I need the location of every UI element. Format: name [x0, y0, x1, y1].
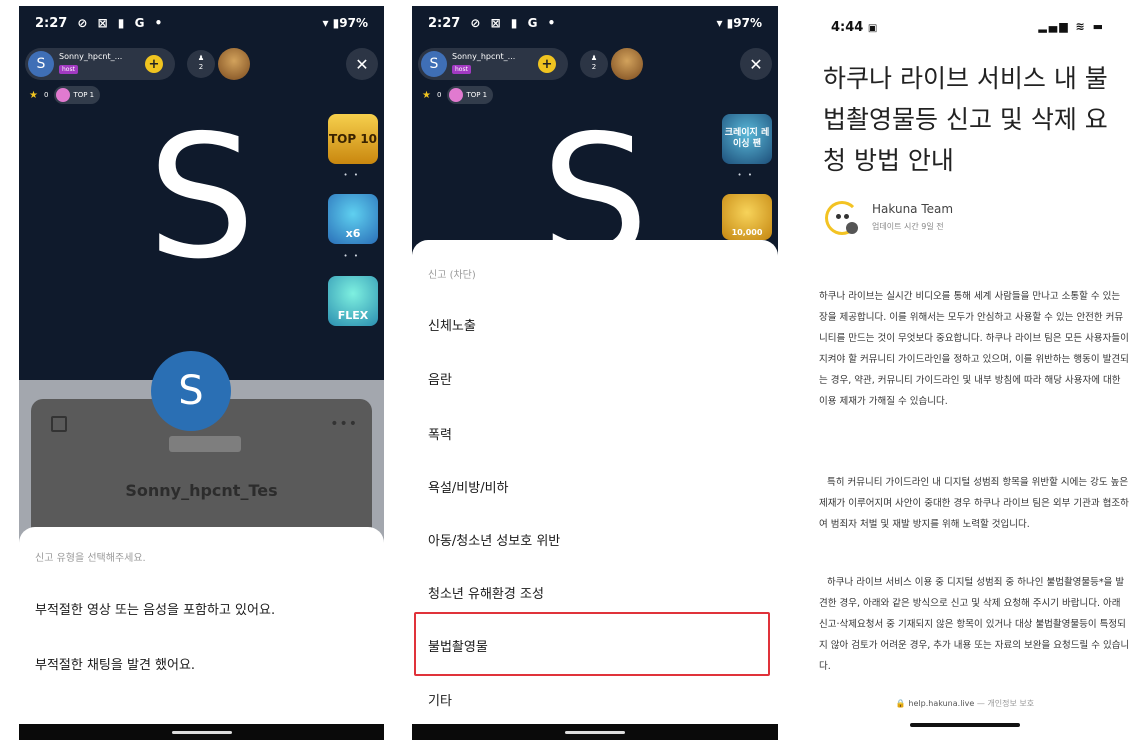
host-badge: host: [452, 65, 471, 74]
close-icon: ✕: [749, 54, 763, 74]
flex-badge[interactable]: FLEX: [328, 276, 378, 326]
page-dots-icon: • •: [343, 171, 360, 179]
status-time: 2:27: [428, 15, 461, 31]
viewer-count-value: 2: [198, 63, 204, 71]
report-category-item[interactable]: 신체노출: [428, 315, 762, 334]
report-option[interactable]: 부적절한 채팅을 발견 했어요.: [35, 654, 368, 673]
home-handle[interactable]: [171, 731, 232, 734]
profile-tag: [169, 436, 241, 452]
report-category-item-selected[interactable]: 불법촬영물: [414, 612, 770, 676]
report-option[interactable]: 부적절한 영상 또는 음성을 포함하고 있어요.: [35, 599, 368, 618]
follow-button[interactable]: +: [538, 55, 556, 73]
status-icons: ⊘ ⊠ ▮ G •: [470, 16, 559, 30]
close-icon: ✕: [355, 54, 369, 74]
report-category-item[interactable]: 욕설/비방/비하: [428, 477, 762, 496]
status-bar: 2:27 ⊘ ⊠ ▮ G • ▾ ▮97%: [19, 6, 384, 40]
host-info[interactable]: S Sonny_hpcnt_... host +: [418, 48, 568, 80]
selection-highlight: [414, 612, 770, 676]
author-name: Hakuna Team: [872, 202, 954, 216]
viewer-avatar[interactable]: [218, 48, 250, 80]
more-icon[interactable]: •••: [330, 416, 358, 432]
status-time: 4:44: [831, 20, 864, 35]
page-dots-icon: • •: [737, 171, 754, 179]
host-name: Sonny_hpcnt_...: [59, 52, 123, 61]
host-info[interactable]: S Sonny_hpcnt_... host +: [25, 48, 175, 80]
profile-name: Sonny_hpcnt_Tes: [125, 481, 278, 500]
report-category-sheet: 신고 (차단) 신체노출 음란 폭력 욕설/비방/비하 아동/청소년 성보호 위…: [412, 240, 778, 724]
navigation-bar: [19, 724, 384, 740]
status-bar: 4:44 ▣ ▂▄▆ ≋ ▬: [831, 20, 1105, 40]
privacy-note: 개인정보 보호: [987, 699, 1035, 708]
page-dots-icon: • •: [343, 252, 360, 260]
hakuna-logo-icon: [825, 201, 859, 235]
sheet-title: 신고 유형을 선택해주세요.: [35, 553, 146, 564]
sheet-title: 신고 (차단): [428, 270, 476, 281]
live-top-bar: S Sonny_hpcnt_... host + ♟ 2 ✕: [25, 48, 378, 80]
report-icon[interactable]: [51, 416, 67, 432]
host-avatar[interactable]: S: [28, 51, 54, 77]
host-name: Sonny_hpcnt_...: [452, 52, 516, 61]
article-paragraph: 하쿠나 라이브는 실시간 비디오를 통해 세계 사람들을 만나고 소통할 수 있…: [819, 291, 1129, 407]
article-title: 하쿠나 라이브 서비스 내 불법촬영물등 신고 및 삭제 요청 방법 안내: [823, 64, 1108, 175]
host-badge: host: [59, 65, 78, 74]
url-text: help.hakuna.live: [908, 699, 975, 708]
report-category-item[interactable]: 아동/청소년 성보호 위반: [428, 530, 762, 549]
profile-avatar: S: [151, 351, 231, 431]
address-bar[interactable]: 🔒 help.hakuna.live — 개인정보 보호: [795, 698, 1135, 709]
updated-time: 업데이트 시간 9일 전: [872, 222, 944, 231]
calendar-icon: ▣: [867, 23, 878, 34]
live-top-bar: S Sonny_hpcnt_... host + ♟ 2 ✕: [418, 48, 772, 80]
report-category-item[interactable]: 기타: [428, 690, 762, 709]
close-button[interactable]: ✕: [740, 48, 772, 80]
x6-badge[interactable]: x6: [328, 194, 378, 244]
viewer-count[interactable]: ♟ 2: [187, 50, 215, 78]
home-handle[interactable]: [565, 731, 625, 734]
viewer-count-value: 2: [591, 63, 597, 71]
diamond-badge[interactable]: 10,000: [722, 194, 772, 240]
navigation-bar: [412, 724, 778, 740]
lock-icon: 🔒: [895, 699, 906, 708]
live-screen-report-category: 2:27 ⊘ ⊠ ▮ G • ▾ ▮97% S Sonny_hpcnt_... …: [412, 6, 778, 740]
battery-indicator: ▾ ▮97%: [322, 16, 368, 30]
top10-badge[interactable]: TOP 10: [328, 114, 378, 164]
host-avatar[interactable]: S: [421, 51, 447, 77]
status-time: 2:27: [35, 15, 68, 31]
signal-wifi-battery: ▂▄▆ ≋ ▬: [1038, 20, 1105, 33]
live-screen-report-type: 2:27 ⊘ ⊠ ▮ G • ▾ ▮97% S Sonny_hpcnt_... …: [19, 6, 384, 740]
status-bar: 2:27 ⊘ ⊠ ▮ G • ▾ ▮97%: [412, 6, 778, 40]
article-paragraph: 특히 커뮤니티 가이드라인 내 디지털 성범죄 항목을 위반할 시에는 강도 높…: [819, 477, 1129, 530]
battery-indicator: ▾ ▮97%: [716, 16, 762, 30]
viewer-avatar[interactable]: [611, 48, 643, 80]
url-separator: —: [976, 699, 985, 708]
help-article: 4:44 ▣ ▂▄▆ ≋ ▬ 하쿠나 라이브 서비스 내 불법촬영물등 신고 및…: [795, 6, 1135, 740]
home-indicator[interactable]: [910, 723, 1020, 727]
status-icons: ⊘ ⊠ ▮ G •: [77, 16, 166, 30]
report-category-item[interactable]: 청소년 유해환경 조성: [428, 583, 762, 602]
person-icon: ♟: [590, 54, 598, 62]
racing-badge[interactable]: 크레이지 레이싱 팬: [722, 114, 772, 164]
report-category-item[interactable]: 폭력: [428, 424, 762, 443]
viewer-count[interactable]: ♟ 2: [580, 50, 608, 78]
close-button[interactable]: ✕: [346, 48, 378, 80]
follow-button[interactable]: +: [145, 55, 163, 73]
report-category-item[interactable]: 음란: [428, 369, 762, 388]
article-paragraph: 하쿠나 라이브 서비스 이용 중 디지털 성범죄 중 하나인 불법촬영물등*을 …: [819, 577, 1130, 672]
person-icon: ♟: [197, 54, 205, 62]
report-type-sheet: 신고 유형을 선택해주세요. 부적절한 영상 또는 음성을 포함하고 있어요. …: [19, 527, 384, 724]
